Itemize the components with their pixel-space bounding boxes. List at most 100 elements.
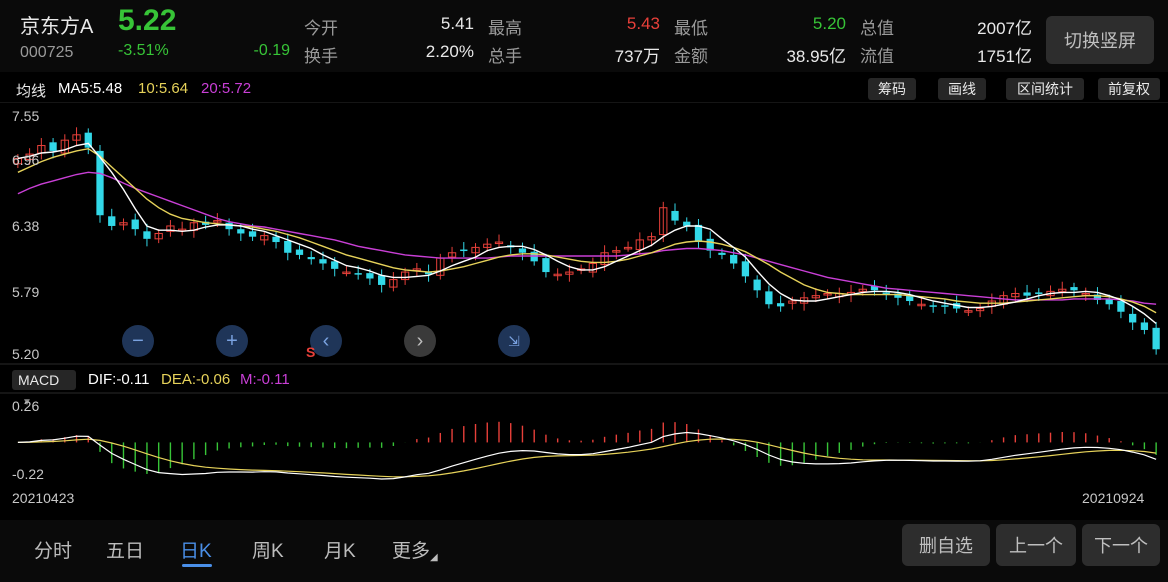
stat-value-low: 5.20: [812, 14, 846, 33]
corner-triangle-icon: ◢: [430, 552, 438, 563]
stat-label-turnover: 换手: [304, 47, 338, 66]
range-stats-button[interactable]: 区间统计: [1006, 78, 1084, 100]
candle-body-down: [929, 305, 937, 307]
scroll-right-button[interactable]: ›: [404, 325, 436, 357]
tab-more[interactable]: 更多◢: [392, 536, 438, 563]
price-tick: 5.79: [12, 284, 40, 300]
tab-intraday[interactable]: 分时: [34, 536, 72, 563]
candle-body-down: [741, 261, 750, 277]
bottom-bar: 分时 五日 日K 周K 月K 更多◢ 删自选 上一个 下一个: [0, 520, 1168, 582]
chevron-right-icon: ›: [416, 329, 424, 352]
change-amount: -0.19: [253, 42, 290, 59]
collapse-arrows-icon: ⇲: [508, 332, 520, 349]
candle-body-down: [248, 231, 257, 237]
candle-body-down: [730, 254, 738, 264]
start-date: 20210423: [12, 490, 75, 506]
tab-monthly-k[interactable]: 月K: [324, 536, 356, 563]
ma20-line: [17, 171, 1157, 305]
draw-line-button[interactable]: 画线: [938, 78, 986, 100]
stat-label-volume: 总手: [488, 47, 522, 66]
candle-body-down: [131, 219, 139, 230]
stat-label-amount: 金额: [674, 47, 708, 66]
tab-more-label: 更多: [392, 541, 431, 562]
stat-value-volume: 737万: [614, 47, 660, 66]
kline-chart[interactable]: [0, 102, 1168, 366]
switch-portrait-button[interactable]: 切换竖屏: [1046, 16, 1154, 64]
chip-distribution-button[interactable]: 筹码: [868, 78, 916, 100]
candle-body-down: [1070, 287, 1078, 291]
sell-marker: S: [306, 344, 316, 360]
ma20-value: 20:5.72: [201, 80, 252, 97]
remove-watchlist-button[interactable]: 删自选: [902, 524, 990, 566]
ma-title: 均线: [16, 83, 47, 100]
previous-stock-button[interactable]: 上一个: [996, 524, 1076, 566]
ma-legend-row: 均线 MA5:5.48 10:5.64 20:5.72 筹码 画线 区间统计 前…: [0, 76, 1168, 102]
current-price: 5.22: [118, 4, 177, 37]
price-tick: 6.38: [12, 218, 40, 234]
stock-code: 000725: [20, 44, 74, 61]
tab-weekly-k[interactable]: 周K: [252, 536, 284, 563]
indicator-name: MACD: [18, 372, 60, 388]
stat-label-low: 最低: [674, 19, 708, 38]
quote-header: 京东方A 000725 5.22 -3.51% -0.19 今开 5.41 最高…: [0, 0, 1168, 72]
candle-body-down: [776, 303, 785, 307]
stat-value-total-value: 2007亿: [977, 19, 1032, 38]
candle-body-down: [542, 258, 550, 273]
candle-body-down: [143, 231, 151, 239]
candle-body-down: [108, 216, 116, 226]
end-date: 20210924: [1082, 490, 1145, 506]
macd-m: M:-0.11: [240, 371, 290, 388]
candle-body-down: [307, 257, 315, 260]
candle-body-down: [49, 142, 57, 151]
tab-five-day[interactable]: 五日: [106, 536, 144, 563]
stat-label-total-value: 总值: [860, 19, 894, 38]
stat-value-turnover: 2.20%: [425, 42, 474, 61]
zoom-in-button[interactable]: +: [216, 325, 248, 357]
candle-body-down: [319, 259, 327, 264]
candle-body-down: [295, 249, 304, 255]
chevron-left-icon: ‹: [322, 329, 330, 352]
minus-icon: −: [132, 329, 144, 352]
active-tab-indicator: [182, 564, 212, 567]
candle-body-down: [941, 305, 949, 307]
ma5-value: MA5:5.48: [58, 80, 123, 97]
ma10-value: 10:5.64: [138, 80, 189, 97]
candle-body-down: [366, 273, 374, 279]
stat-label-float-value: 流值: [860, 47, 894, 66]
price-tick: 5.20: [12, 346, 40, 362]
candle-body-down: [694, 224, 703, 243]
zoom-out-button[interactable]: −: [122, 325, 154, 357]
ma5-line: [17, 142, 1157, 325]
candle-body-down: [378, 275, 386, 285]
macd-tick: -0.22: [12, 466, 44, 482]
price-tick: 6.96: [12, 152, 40, 168]
candle-body-down: [237, 229, 245, 234]
candle-body-down: [460, 249, 468, 252]
candle-body-down: [671, 210, 679, 221]
candle-body-down: [518, 248, 527, 253]
next-stock-button[interactable]: 下一个: [1082, 524, 1160, 566]
candle-body-down: [354, 273, 362, 275]
candle-body-down: [882, 292, 890, 294]
dea-line: [17, 438, 1157, 478]
candle-body-down: [753, 279, 761, 291]
plus-icon: +: [226, 329, 238, 352]
stock-name: 京东方A: [20, 16, 94, 38]
macd-dea: DEA:-0.06: [161, 371, 231, 388]
candle-body-down: [1023, 292, 1031, 296]
candle-body-down: [1035, 292, 1043, 294]
macd-legend-row: MACD ▼ DIF:-0.11 DEA:-0.06 M:-0.11: [0, 368, 1168, 408]
stat-label-open: 今开: [304, 19, 338, 38]
tab-daily-k[interactable]: 日K: [180, 536, 212, 563]
candle-body-down: [1117, 301, 1125, 312]
reset-zoom-button[interactable]: ⇲: [498, 325, 530, 357]
stat-label-high: 最高: [488, 19, 522, 38]
forward-adjust-button[interactable]: 前复权: [1098, 78, 1160, 100]
candle-body-down: [1152, 327, 1160, 350]
macd-dif: DIF:-0.11: [88, 371, 150, 388]
indicator-selector[interactable]: MACD ▼: [12, 370, 76, 408]
price-tick: 7.55: [12, 108, 40, 124]
candle-body-down: [1140, 322, 1149, 330]
stat-value-high: 5.43: [626, 14, 660, 33]
candle-body-down: [272, 236, 280, 243]
